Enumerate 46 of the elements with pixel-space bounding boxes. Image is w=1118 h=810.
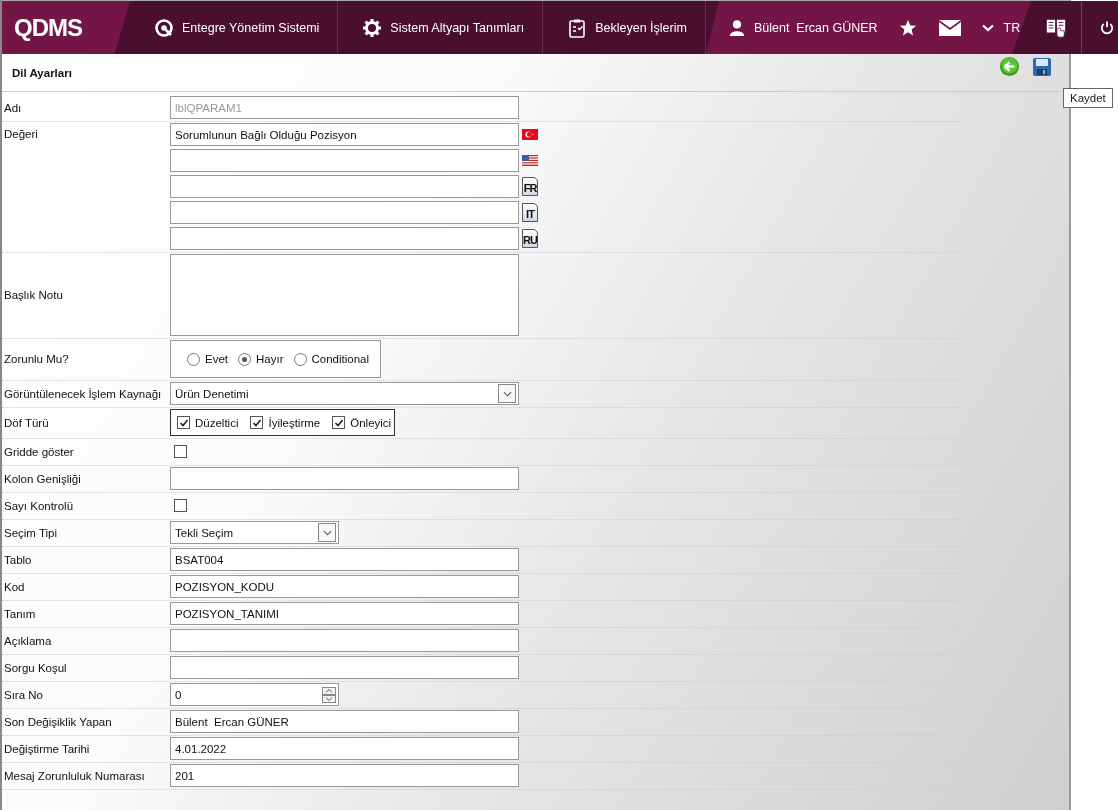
field-label: Kod (4, 580, 26, 593)
field-label: Görüntülenecek İşlem Kaynağı (4, 387, 163, 400)
dropdown[interactable]: Tekli Seçim (170, 521, 339, 544)
language-document-icon[interactable]: IT (522, 203, 538, 222)
field-label: Sorgu Koşul (4, 661, 68, 674)
input-field[interactable]: Sorumlunun Bağlı Olduğu Pozisyon (170, 123, 519, 146)
input-field[interactable]: Bülent Ercan GÜNER (170, 710, 519, 733)
checkbox-option[interactable]: Önleyici (332, 416, 392, 429)
radio-option[interactable]: Evet (187, 352, 228, 366)
input-field[interactable]: BSAT004 (170, 548, 519, 571)
field-label: Kolon Genişliği (4, 472, 82, 485)
field-label: Zorunlu Mu? (4, 353, 70, 365)
logo[interactable]: QDMS (2, 1, 130, 54)
nav-menu-item[interactable]: Bekleyen İşlerim (543, 1, 706, 54)
nav-menu-item[interactable]: Entegre Yönetim Sistemi (130, 1, 339, 54)
field-label: Sayı Kontrolü (4, 499, 75, 512)
field-label: Başlık Notu (4, 289, 64, 301)
field-label: Seçim Tipi (4, 526, 59, 539)
checkbox-option[interactable]: İyileştirme (250, 416, 321, 429)
checkbox-option[interactable]: Düzeltici (177, 416, 239, 429)
language-document-icon[interactable]: RU (522, 229, 538, 248)
field-label: Sıra No (4, 688, 44, 701)
field-label: Tablo (4, 553, 33, 566)
tooltip: Kaydet (1063, 88, 1113, 108)
field-label: Adı (4, 101, 23, 114)
field-label: Değeri (4, 127, 39, 140)
input-field[interactable]: 201 (170, 764, 519, 787)
number-field[interactable]: 0 (170, 683, 339, 706)
radio-option[interactable]: Hayır (238, 352, 284, 366)
input-field[interactable]: POZISYON_TANIMI (170, 602, 519, 625)
language-dropdown[interactable]: TR (971, 1, 1032, 54)
user-menu[interactable]: Bülent Ercan GÜNER (705, 1, 888, 54)
language-document-icon[interactable]: FR (522, 177, 538, 196)
radio-option[interactable]: Conditional (293, 352, 370, 366)
field-label: Mesaj Zorunluluk Numarası (4, 769, 146, 782)
field-label: Tanım (4, 607, 37, 620)
field-label: Değiştirme Tarihi (4, 742, 91, 755)
field-label: Açıklama (4, 634, 53, 647)
nav-menu-item[interactable]: Sistem Altyapı Tanımları (338, 1, 544, 54)
field-label: Döf Türü (4, 416, 50, 429)
dropdown[interactable]: Ürün Denetimi (170, 382, 519, 405)
input-field[interactable]: POZISYON_KODU (170, 575, 519, 598)
field-label: Son Değişiklik Yapan (4, 715, 113, 728)
input-field[interactable]: 4.01.2022 (170, 737, 519, 760)
field-label: Gridde göster (4, 445, 75, 458)
page-title: Dil Ayarları (12, 66, 72, 79)
